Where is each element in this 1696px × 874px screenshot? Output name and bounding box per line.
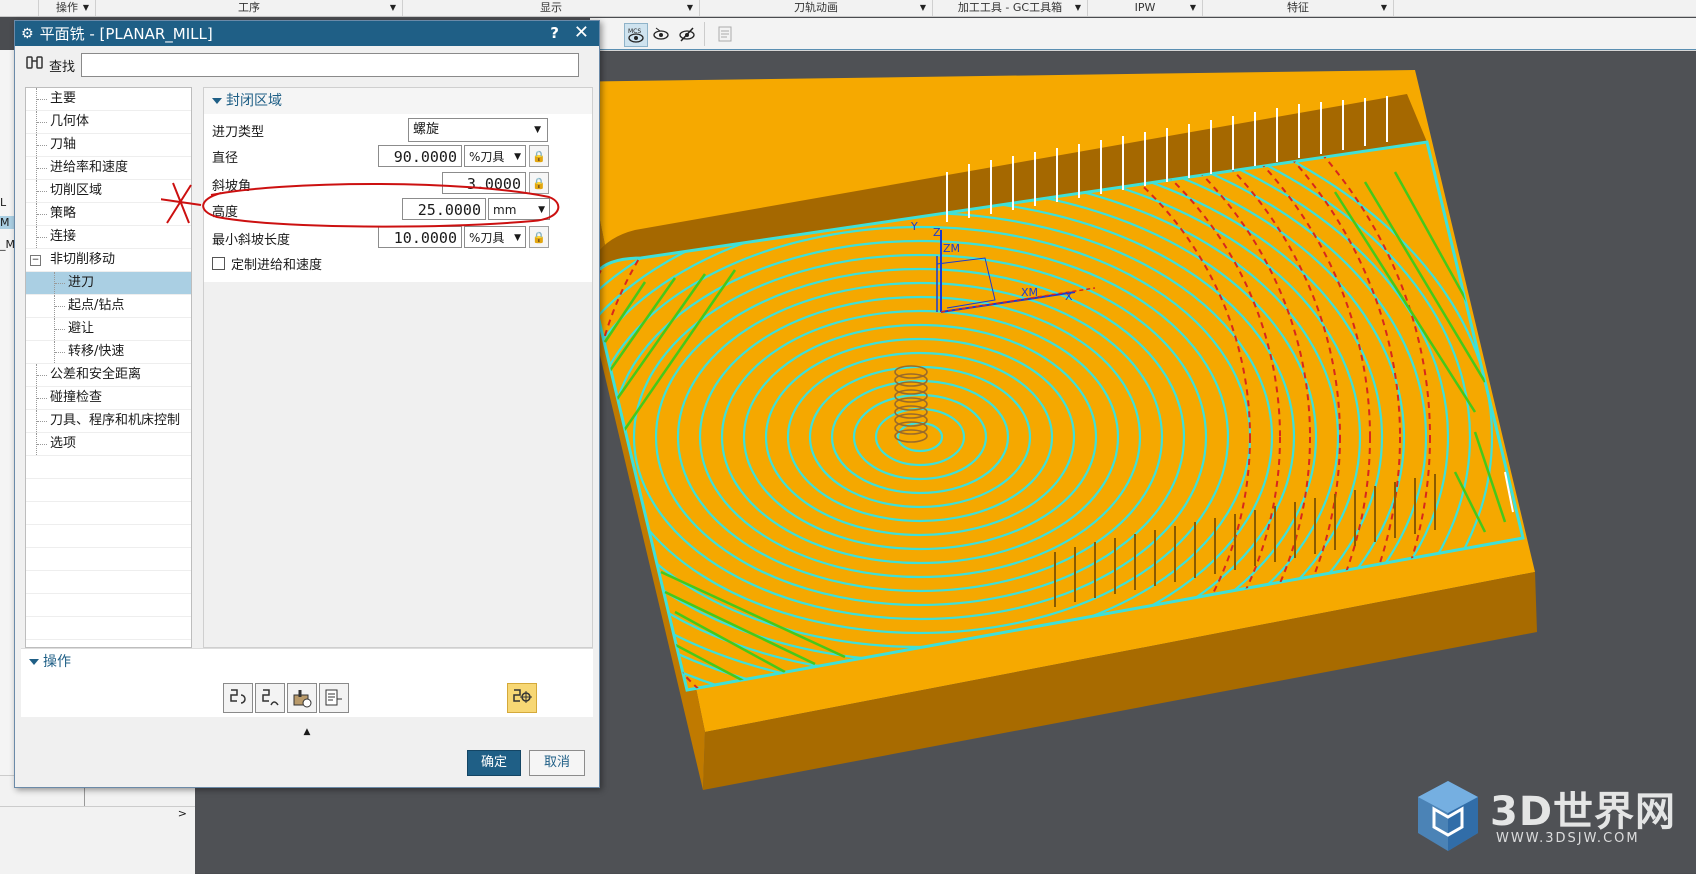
generate-highlight-icon[interactable]: [507, 683, 537, 713]
tree-empty-row: [26, 571, 191, 594]
menu-gc-toolbox[interactable]: 加工工具 - GC工具箱 ▼: [933, 0, 1088, 16]
section-closed-area[interactable]: 封闭区域: [204, 88, 592, 114]
menu-process[interactable]: 工序 ▼: [96, 0, 403, 16]
binoculars-icon: [25, 55, 45, 75]
navigator-bottom-panel: >: [0, 775, 195, 874]
list-toolpath-icon[interactable]: [319, 683, 349, 713]
mcs-display-icon[interactable]: MCS: [624, 23, 648, 47]
tree-item-geometry[interactable]: 几何体: [26, 111, 191, 134]
horizontal-scrollbar[interactable]: >: [0, 806, 195, 825]
menubar: 操作 ▼ 工序 ▼ 显示 ▼ 刀轨动画 ▼ 加工工具 - GC工具箱 ▼ IPW ▼ 特征 ▼: [0, 0, 1696, 17]
menu-operation[interactable]: 操作 ▼: [39, 0, 96, 16]
close-button[interactable]: ✕: [574, 22, 589, 43]
menubar-lead: [0, 0, 39, 16]
replay-toolpath-icon[interactable]: [255, 683, 285, 713]
help-button[interactable]: ?: [550, 24, 559, 42]
nav-label-1: L: [0, 196, 7, 209]
tree-item-tolerances[interactable]: 公差和安全距离: [26, 364, 191, 387]
ok-button[interactable]: 确定: [467, 750, 521, 776]
verify-toolpath-icon[interactable]: [287, 683, 317, 713]
operations-section: 操作: [21, 648, 593, 717]
chevron-down-icon: ▼: [1074, 3, 1081, 12]
tree-empty-row: [26, 525, 191, 548]
menu-toolpath-animation[interactable]: 刀轨动画 ▼: [700, 0, 933, 16]
section-operations[interactable]: 操作: [21, 649, 593, 675]
tree-empty-row: [26, 617, 191, 640]
nav-label-3: _M: [0, 238, 15, 251]
menu-display[interactable]: 显示 ▼: [403, 0, 700, 16]
entry-type-select[interactable]: 螺旋 ▼: [408, 118, 548, 142]
menu-ipw[interactable]: IPW ▼: [1088, 0, 1203, 16]
dialog-title: 平面铣 - [PLANAR_MILL]: [39, 25, 213, 43]
tree-empty-row: [26, 456, 191, 479]
gear-icon: ⚙: [21, 25, 34, 42]
tree-item-non-cutting-moves[interactable]: − 非切削移动: [26, 249, 191, 272]
toolbar-divider: [704, 22, 705, 46]
collapse-arrow-icon[interactable]: ▲: [15, 726, 599, 738]
tree-item-options[interactable]: 选项: [26, 433, 191, 456]
checkbox-box[interactable]: [212, 257, 225, 270]
find-input[interactable]: [81, 53, 580, 77]
tree-item-main[interactable]: 主要: [26, 88, 191, 111]
axis-z-label: Z: [933, 226, 941, 239]
chevron-down-icon: ▼: [534, 125, 541, 135]
axis-zm-label: ZM: [943, 242, 960, 255]
chevron-down-icon: ▼: [1189, 3, 1196, 12]
watermark-url: WWW.3DSJW.COM: [1496, 831, 1640, 846]
tree-empty-row: [26, 479, 191, 502]
chevron-down-icon: ▼: [1380, 3, 1387, 12]
generate-toolpath-icon[interactable]: [223, 683, 253, 713]
diameter-unit-select[interactable]: %刀具 ▼: [464, 145, 526, 167]
chevron-down-icon: ▼: [82, 3, 89, 12]
tree-item-engage[interactable]: 进刀: [26, 272, 191, 295]
watermark-title: 3D世界网: [1490, 789, 1677, 835]
navigation-tree: 主要 几何体 刀轴 进给率和速度 切削区域 策略 连接 − 非切削移动 进刀 起点…: [25, 87, 192, 648]
nav-label-2: M: [0, 216, 14, 229]
watermark: 3D世界网 WWW.3DSJW.COM: [1412, 775, 1692, 871]
axis-x-label: X: [1065, 290, 1073, 303]
chevron-down-icon: ▼: [919, 3, 926, 12]
dialog-title-bar[interactable]: ⚙ 平面铣 - [PLANAR_MILL] ? ✕: [15, 21, 599, 46]
chevron-down-icon: ▼: [686, 3, 693, 12]
watermark-cube-icon: [1418, 781, 1478, 851]
part-navigator-strip: L M _M: [0, 50, 15, 873]
annotation-circle: [161, 182, 560, 228]
tree-item-collision-check[interactable]: 碰撞检查: [26, 387, 191, 410]
tree-empty-row: [26, 502, 191, 525]
chevron-down-icon: ▼: [389, 3, 396, 12]
hide-eye-icon[interactable]: [676, 23, 698, 45]
tree-item-tool-axis[interactable]: 刀轴: [26, 134, 191, 157]
tree-item-transfer-rapid[interactable]: 转移/快速: [26, 341, 191, 364]
document-icon[interactable]: [714, 23, 736, 45]
tree-empty-row: [26, 548, 191, 571]
axis-xm-label: XM: [1021, 286, 1038, 299]
axis-y-label: Y: [910, 220, 918, 233]
tree-item-avoidance[interactable]: 避让: [26, 318, 191, 341]
cancel-button[interactable]: 取消: [529, 750, 585, 776]
find-row: 查找: [21, 52, 593, 78]
properties-panel: 封闭区域 进刀类型 螺旋 ▼ 直径 90.0000 %刀具 ▼ 🔒 斜坡角 3.00…: [203, 87, 593, 648]
collapse-icon[interactable]: −: [30, 255, 41, 266]
planar-mill-dialog: ⚙ 平面铣 - [PLANAR_MILL] ? ✕ 查找 主要 几何体 刀轴 进…: [14, 20, 600, 788]
tree-empty-row: [26, 594, 191, 617]
find-label: 查找: [49, 59, 76, 75]
toolbar: MCS: [590, 18, 1696, 51]
lock-icon[interactable]: 🔒: [529, 145, 549, 167]
custom-feed-checkbox[interactable]: 定制进给和速度: [212, 254, 322, 273]
menu-feature[interactable]: 特征 ▼: [1203, 0, 1394, 16]
toolbar-border: [590, 49, 1696, 50]
chevron-down-icon: ▼: [514, 152, 521, 162]
eye-icon[interactable]: [650, 23, 672, 45]
diameter-input[interactable]: 90.0000: [378, 145, 462, 167]
tree-item-tool-program-machine[interactable]: 刀具、程序和机床控制: [26, 410, 191, 433]
scroll-right-icon[interactable]: >: [178, 807, 187, 820]
tree-item-start-drill-points[interactable]: 起点/钻点: [26, 295, 191, 318]
